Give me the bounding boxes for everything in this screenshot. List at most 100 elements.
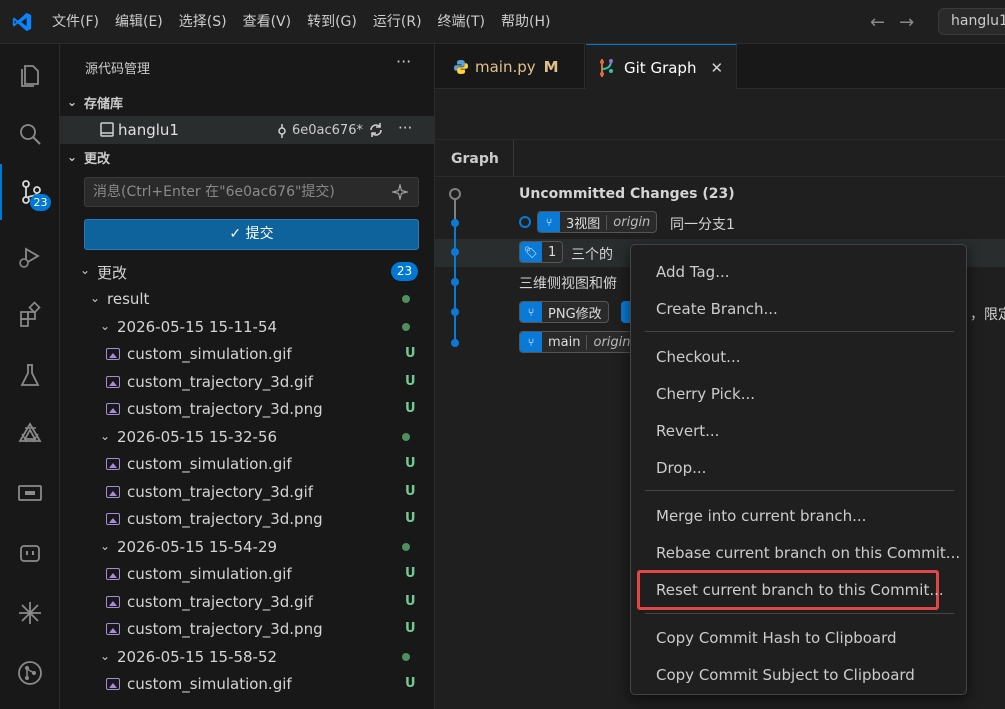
tree-file[interactable]: custom_simulation.gif U	[60, 341, 435, 368]
git-graph-button[interactable]	[0, 645, 60, 701]
uncommitted-node[interactable]	[449, 188, 461, 200]
source-control-sidebar: 源代码管理 ··· ⌄ 存储库 hanglu1 6e0ac676* ··· ⌄ …	[60, 44, 435, 709]
scm-badge: 23	[30, 194, 51, 211]
branch-ref-main[interactable]: ⑂ main origin	[519, 331, 638, 353]
changes-group-label: 更改	[97, 264, 128, 282]
branch-icon: ⑂	[538, 212, 560, 232]
close-tab-icon[interactable]: ✕	[710, 59, 723, 77]
commit-node[interactable]	[451, 219, 459, 227]
sync-icon[interactable]	[367, 121, 385, 139]
commit-message-tail[interactable]: ，限定	[970, 304, 1005, 324]
menu-view[interactable]: 查看(V)	[235, 0, 300, 44]
tree-folder[interactable]: ⌄ 2026-05-15 15-11-54	[60, 314, 435, 341]
folder-status-dot	[402, 295, 410, 303]
command-center[interactable]: hanglu1	[938, 8, 1005, 35]
changes-section-header[interactable]: ⌄ 更改	[60, 144, 435, 170]
tree-folder[interactable]: ⌄ 2026-05-15 15-54-29	[60, 534, 435, 561]
tree-file[interactable]: custom_trajectory_3d.png U	[60, 506, 435, 533]
chevron-down-icon: ⌄	[99, 649, 111, 663]
sparkle-button[interactable]	[0, 585, 60, 641]
search-icon	[20, 124, 41, 145]
tree-file[interactable]: custom_trajectory_3d.gif U	[60, 479, 435, 506]
testing-button[interactable]	[0, 347, 60, 403]
extension-view-button[interactable]	[0, 406, 60, 462]
commit-node[interactable]	[451, 278, 459, 286]
commit-message[interactable]: 同一分支1	[670, 214, 735, 234]
search-button[interactable]	[0, 106, 60, 162]
explorer-button[interactable]	[0, 46, 60, 102]
commit-message-input[interactable]: 消息(Ctrl+Enter 在"6e0ac676"提交)	[84, 177, 419, 207]
chat-button[interactable]	[0, 525, 60, 581]
sidebar-title: 源代码管理	[85, 62, 151, 77]
nav-arrows: ← →	[870, 0, 914, 44]
chevron-down-icon: ⌄	[99, 319, 111, 333]
tag-ref[interactable]: 🏷 1	[519, 241, 564, 263]
tree-file[interactable]: custom_trajectory_3d.gif U	[60, 369, 435, 396]
tree-folder[interactable]: ⌄ result	[60, 286, 435, 313]
commit-message[interactable]: 三维侧视图和俯	[519, 273, 617, 293]
menu-item-checkout[interactable]: Checkout...	[656, 348, 740, 366]
forward-arrow-icon[interactable]: →	[899, 12, 914, 33]
repositories-section-header[interactable]: ⌄ 存储库	[60, 89, 435, 115]
menu-item-add-tag[interactable]: Add Tag...	[656, 263, 730, 281]
tree-file[interactable]: custom_simulation.gif U	[60, 671, 435, 698]
menu-selection[interactable]: 选择(S)	[171, 0, 235, 44]
remote-explorer-button[interactable]	[0, 465, 60, 521]
untracked-status: U	[405, 456, 416, 471]
source-control-button[interactable]: 23	[0, 164, 60, 220]
untracked-status: U	[405, 484, 416, 499]
menu-item-cherry-pick[interactable]: Cherry Pick...	[656, 385, 755, 403]
menu-run[interactable]: 运行(R)	[365, 0, 430, 44]
sparkle-generate-icon[interactable]	[392, 184, 408, 200]
menu-file[interactable]: 文件(F)	[44, 0, 107, 44]
repo-branch-hash[interactable]: 6e0ac676*	[292, 123, 363, 138]
menu-item-create-branch[interactable]: Create Branch...	[656, 300, 778, 318]
menu-item-copy-subject[interactable]: Copy Commit Subject to Clipboard	[656, 666, 915, 684]
menu-item-merge[interactable]: Merge into current branch...	[656, 507, 866, 525]
branch-ref-3view[interactable]: ⑂ 3视图 origin	[537, 211, 658, 233]
tree-file[interactable]: custom_trajectory_3d.png U	[60, 616, 435, 643]
branch-ref-png[interactable]: ⑂ PNG修改	[519, 301, 609, 323]
tree-folder-label: result	[107, 290, 150, 308]
remote-explorer-icon	[18, 485, 42, 501]
image-file-icon	[106, 623, 120, 635]
back-arrow-icon[interactable]: ←	[870, 12, 885, 33]
tab-main-py[interactable]: main.py M	[435, 44, 585, 89]
tree-file[interactable]: custom_trajectory_3d.gif U	[60, 589, 435, 616]
tree-folder[interactable]: ⌄ 2026-05-15 15-58-52	[60, 644, 435, 671]
more-actions-icon[interactable]: ···	[396, 52, 411, 71]
commit-button[interactable]: ✓ 提交	[84, 219, 419, 250]
uncommitted-changes-label[interactable]: Uncommitted Changes (23)	[519, 186, 735, 202]
menu-item-copy-hash[interactable]: Copy Commit Hash to Clipboard	[656, 629, 897, 647]
menu-item-rebase[interactable]: Rebase current branch on this Commit...	[656, 544, 960, 562]
tab-git-graph-label: Git Graph	[624, 58, 697, 77]
tree-file[interactable]: custom_trajectory_3d.png U	[60, 396, 435, 423]
untracked-status: U	[405, 401, 416, 416]
tree-file[interactable]: custom_simulation.gif U	[60, 451, 435, 478]
menu-go[interactable]: 转到(G)	[299, 0, 365, 44]
files-icon	[21, 65, 39, 87]
commit-node[interactable]	[451, 339, 459, 347]
changes-group-row[interactable]: ⌄ 更改 23	[60, 258, 435, 285]
tab-git-graph[interactable]: Git Graph ✕	[586, 44, 737, 90]
extensions-button[interactable]	[0, 287, 60, 343]
chevron-down-icon: ⌄	[99, 429, 111, 443]
run-debug-button[interactable]	[0, 228, 60, 284]
commit-node[interactable]	[451, 308, 459, 316]
image-file-icon	[106, 348, 120, 360]
tag-icon: 🏷	[520, 242, 542, 262]
commit-message[interactable]: 三个的	[571, 244, 613, 264]
tree-file[interactable]: custom_simulation.gif U	[60, 561, 435, 588]
menu-terminal[interactable]: 终端(T)	[430, 0, 493, 44]
repo-more-icon[interactable]: ···	[398, 119, 412, 137]
menu-item-reset[interactable]: Reset current branch to this Commit...	[656, 581, 944, 599]
menu-item-revert[interactable]: Revert...	[656, 422, 719, 440]
tree-folder[interactable]: ⌄ 2026-05-15 15-32-56	[60, 424, 435, 451]
menu-help[interactable]: 帮助(H)	[493, 0, 558, 44]
commit-node[interactable]	[451, 248, 459, 256]
menu-item-drop[interactable]: Drop...	[656, 459, 706, 477]
repository-row[interactable]: hanglu1 6e0ac676* ···	[60, 116, 435, 144]
sparkle-icon	[19, 602, 41, 624]
menu-edit[interactable]: 编辑(E)	[107, 0, 171, 44]
chevron-down-icon: ⌄	[66, 150, 78, 164]
